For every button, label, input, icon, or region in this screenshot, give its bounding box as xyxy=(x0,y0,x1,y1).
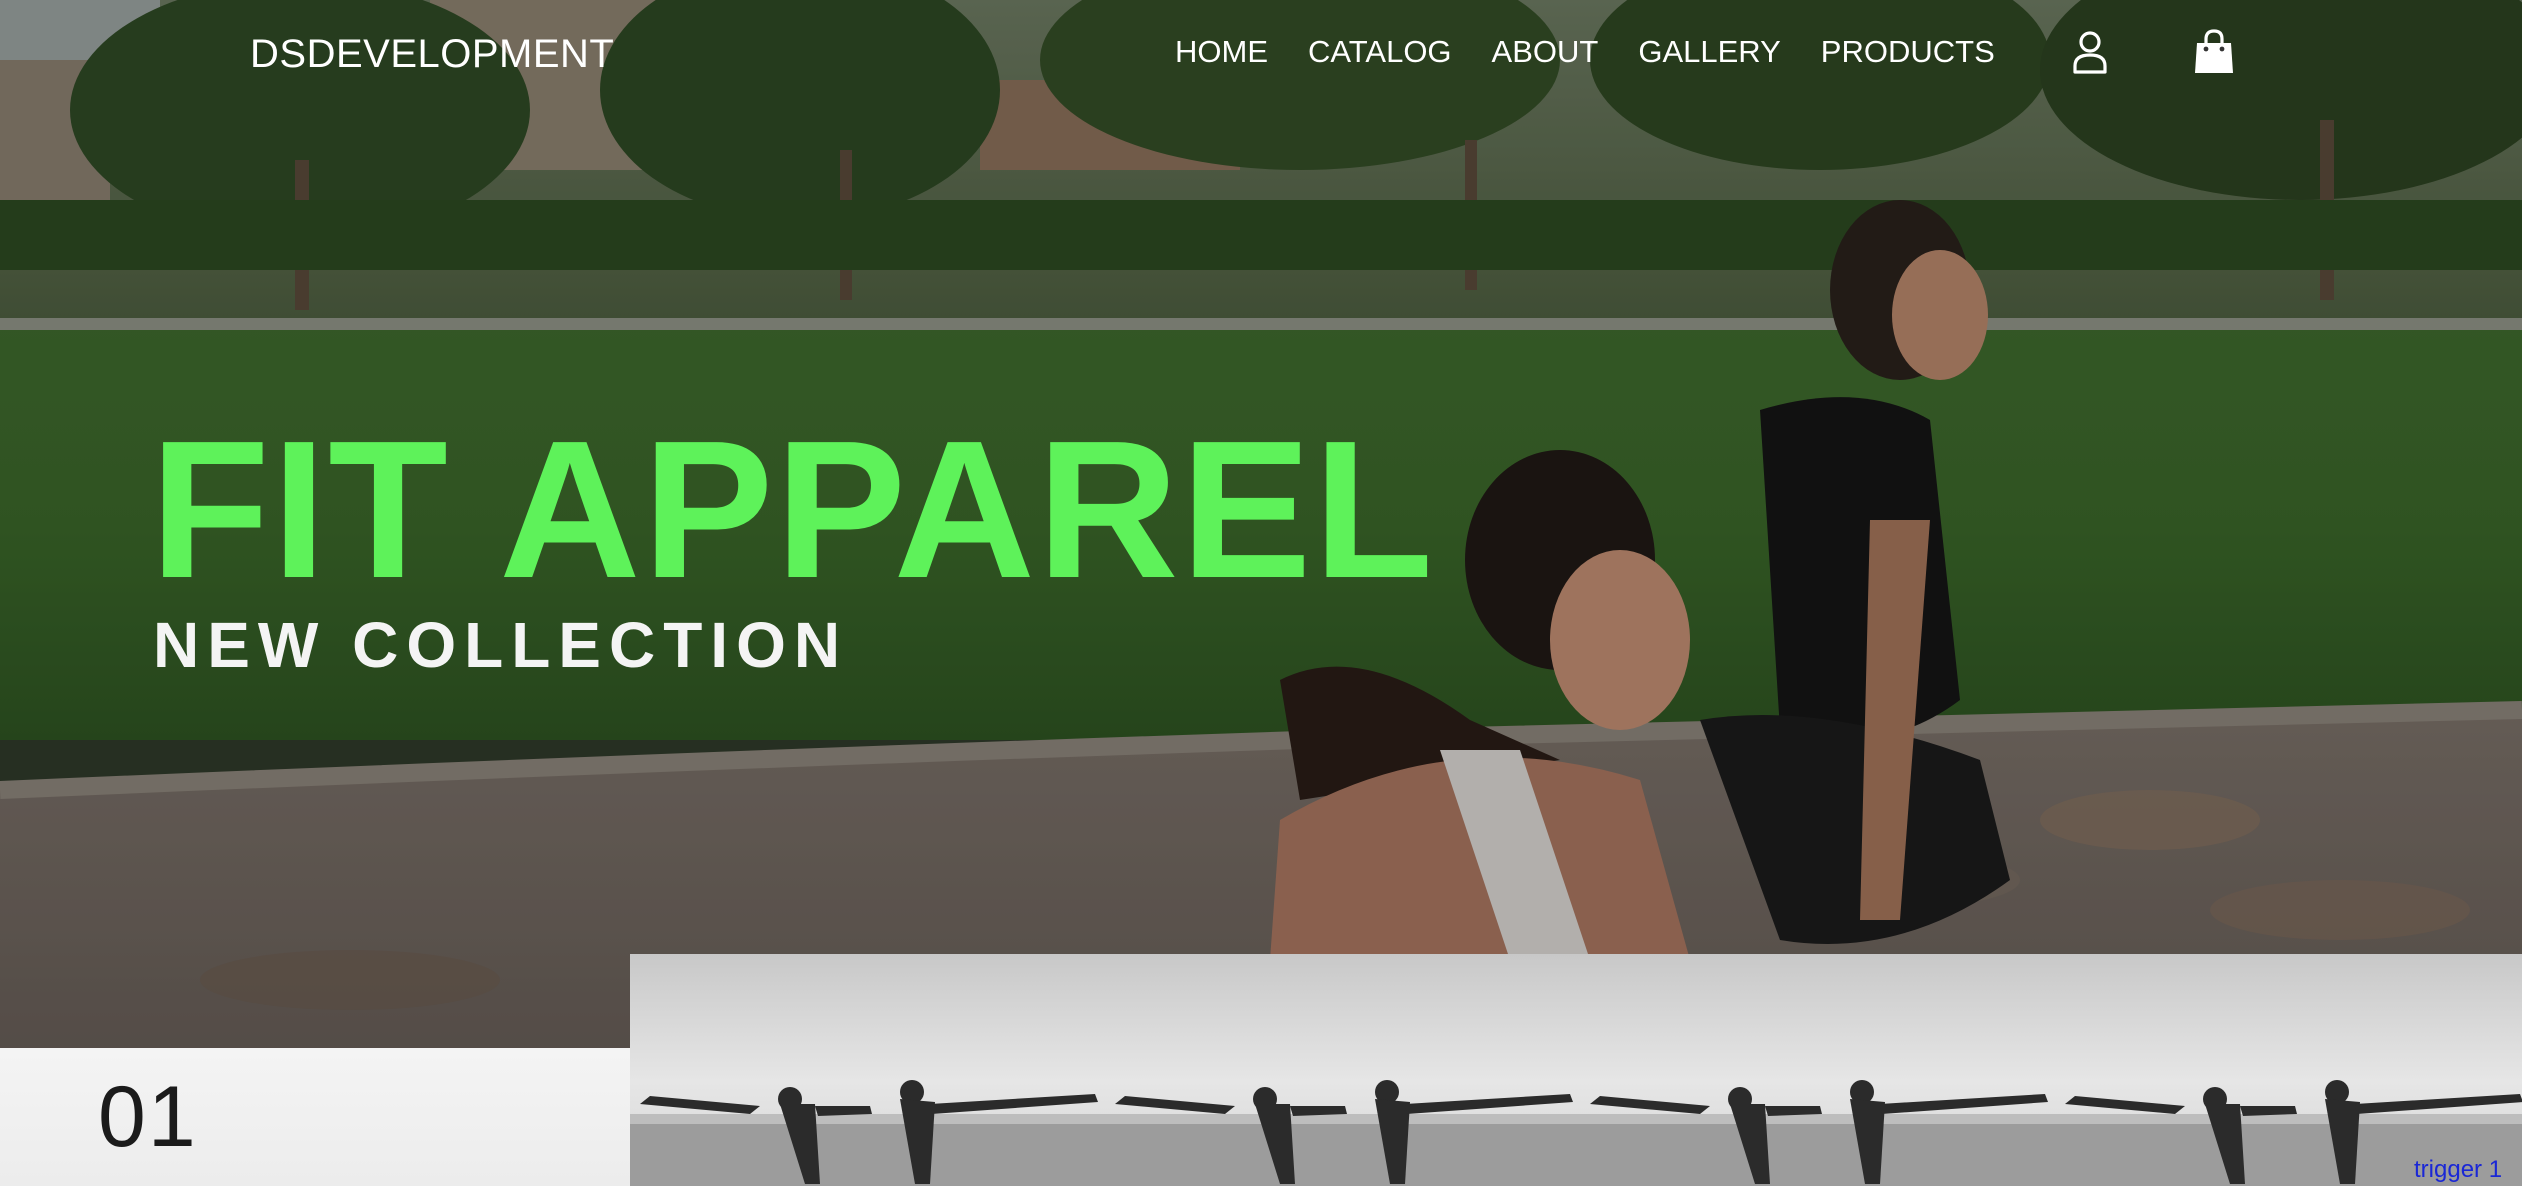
nav-catalog[interactable]: CATALOG xyxy=(1308,34,1452,70)
site-header: DSDEVELOPMENT HOME CATALOG ABOUT GALLERY… xyxy=(0,0,2522,112)
site-logo[interactable]: DSDEVELOPMENT xyxy=(250,32,614,77)
trigger-link[interactable]: trigger 1 xyxy=(2414,1156,2502,1184)
slide-index-panel xyxy=(0,1048,630,1186)
gallery-tile[interactable] xyxy=(1580,954,2055,1186)
gallery-tile[interactable] xyxy=(2055,954,2522,1186)
main-nav: HOME CATALOG ABOUT GALLERY PRODUCTS xyxy=(1175,34,2035,70)
hero-subtitle: NEW COLLECTION xyxy=(153,609,849,681)
gallery-tile[interactable] xyxy=(630,954,1105,1186)
hero-title: FIT APPAREL xyxy=(150,400,1436,619)
account-icon[interactable] xyxy=(2068,28,2112,78)
gallery-strip xyxy=(630,954,2522,1186)
nav-products[interactable]: PRODUCTS xyxy=(1821,34,1995,70)
nav-home[interactable]: HOME xyxy=(1175,34,1268,70)
nav-about[interactable]: ABOUT xyxy=(1492,34,1599,70)
slide-index: 01 xyxy=(98,1069,198,1165)
nav-gallery[interactable]: GALLERY xyxy=(1638,34,1780,70)
shopping-bag-icon[interactable] xyxy=(2192,28,2236,78)
gallery-tile[interactable] xyxy=(1105,954,1580,1186)
page: DSDEVELOPMENT HOME CATALOG ABOUT GALLERY… xyxy=(0,0,2522,1186)
